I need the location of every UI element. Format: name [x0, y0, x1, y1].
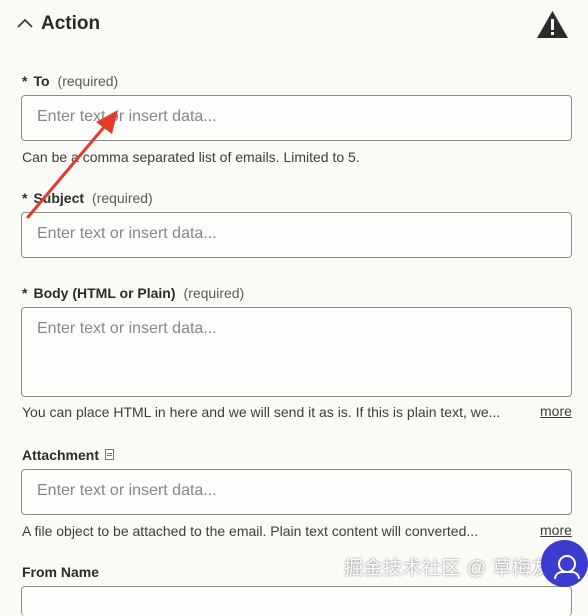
watermark-text: 掘金技术社区 @ 草梅友仁	[344, 558, 571, 579]
attachment-field[interactable]: Enter text or insert data...	[21, 469, 572, 515]
to-placeholder: Enter text or insert data...	[37, 108, 217, 125]
attachment-label: Attachment	[22, 447, 115, 463]
attachment-help-text: A file object to be attached to the emai…	[22, 523, 479, 539]
body-field[interactable]: Enter text or insert data...	[21, 307, 572, 397]
body-placeholder: Enter text or insert data...	[37, 320, 217, 337]
from-name-label: From Name	[22, 564, 100, 580]
warning-icon	[537, 11, 568, 38]
subject-field[interactable]: Enter text or insert data...	[21, 212, 572, 258]
body-help-text: You can place HTML in here and we will s…	[22, 404, 501, 420]
subject-placeholder: Enter text or insert data...	[37, 225, 217, 242]
attachment-more-link[interactable]: more	[540, 522, 572, 538]
document-icon	[105, 449, 115, 460]
to-label: * To (required)	[22, 73, 119, 89]
to-help-text: Can be a comma separated list of emails.…	[22, 149, 360, 165]
body-label: * Body (HTML or Plain) (required)	[22, 285, 245, 301]
section-title: Action	[41, 13, 101, 34]
subject-label: * Subject (required)	[22, 190, 153, 206]
attachment-placeholder: Enter text or insert data...	[37, 482, 217, 499]
body-more-link[interactable]: more	[540, 403, 572, 419]
to-field[interactable]: Enter text or insert data...	[21, 95, 572, 141]
action-section-header[interactable]: Action	[0, 0, 588, 52]
chevron-up-icon[interactable]	[16, 15, 34, 33]
avatar[interactable]	[541, 540, 588, 587]
